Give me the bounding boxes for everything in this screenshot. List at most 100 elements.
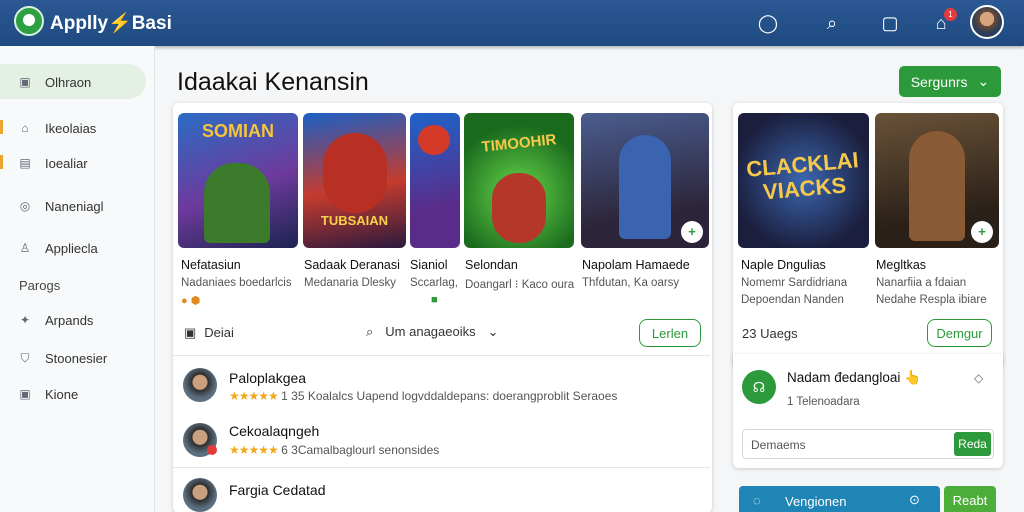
app-subtitle: Thfdutan, Ka oarsy (582, 277, 680, 289)
page-title: Idaakai Kenansin (177, 68, 369, 96)
item-count: 23 Uaegs (742, 326, 798, 341)
app-thumbnail-3[interactable] (410, 113, 460, 248)
sidebar-item-arpands[interactable]: ✦ Arpands (18, 310, 93, 330)
apps-card: SOMIAN TUBSAIAN TIMOOHIR + Nefatasiun Na… (173, 103, 712, 512)
sidebar-item-kione[interactable]: ▣ Kione (18, 384, 78, 404)
sidebar-item-ioealiar[interactable]: ▤ Ioealiar (18, 153, 88, 173)
review-row[interactable]: Fargia Cedatad (173, 467, 710, 512)
app-subtitle: Doangarl ⁝ Kaco oura (465, 279, 575, 291)
user-avatar[interactable] (970, 5, 1004, 39)
chat-icon[interactable]: ◯ (757, 12, 779, 34)
sidebar-item-stoonesier[interactable]: ⛉ Stoonesier (18, 348, 107, 368)
image-icon: ▣ (184, 325, 197, 340)
app-thumbnail-7[interactable]: + (875, 113, 999, 248)
app-title[interactable]: Selondan (465, 258, 518, 272)
add-icon[interactable]: + (971, 221, 993, 243)
hero-figure (909, 131, 965, 241)
reviewer-name: Cekoalaqngeh (229, 423, 320, 439)
hero-figure (619, 135, 671, 239)
reviewer-avatar (183, 478, 217, 512)
list-icon: ▤ (19, 156, 31, 170)
notice-meta: 1 Telenoadara (787, 396, 860, 408)
sidebar-marker (0, 120, 3, 134)
reabt-button[interactable]: Reabt (944, 486, 996, 512)
detail-label: Deiai (204, 325, 234, 340)
circle-icon: ◎ (19, 199, 31, 213)
app-thumbnail-4[interactable]: TIMOOHIR (464, 113, 574, 248)
reviewer-name: Fargia Cedatad (229, 482, 326, 498)
input-placeholder: Demaems (751, 438, 806, 452)
notice-card: ☊ Nadam đedangloai 👆 ◇ 1 Telenoadara Dem… (733, 354, 1003, 468)
sidebar-item-label: Appliecla (45, 240, 98, 256)
rating-stars: ★★★★★ (229, 389, 279, 403)
sidebar-item-ikeolaias[interactable]: ⌂ Ikeolaias (18, 118, 96, 138)
reviewer-name: Paloplakgea (229, 370, 307, 386)
app-thumbnail-6[interactable]: CLACKLAI VIACKS (738, 113, 869, 248)
app-title[interactable]: Sadaak Deranasi (304, 258, 400, 272)
sidebar: ▣ Olhraon ⌂ Ikeolaias ▤ Ioealiar ◎ Naneniagl… (0, 46, 155, 512)
review-row[interactable]: Cekoalaqngeh ★★★★★ 6 3Camalbaglourl seno… (173, 411, 710, 467)
sidebar-item-olhraon[interactable]: ▣ Olhraon (18, 72, 91, 92)
review-meta: 6 3Camalbaglourl senonsides (281, 443, 440, 457)
home-icon: ⌂ (21, 121, 29, 135)
featured-card: CLACKLAI VIACKS + Naple Dngulias Nomemr … (733, 103, 1003, 367)
chevron-down-icon: ⌄ (487, 324, 499, 339)
sidebar-item-label: Olhraon (45, 74, 92, 90)
sidebar-item-naneniagl[interactable]: ◎ Naneniagl (18, 196, 104, 216)
submit-button[interactable]: Reda (954, 432, 991, 456)
reviewer-avatar (183, 368, 217, 402)
box-icon: ▣ (19, 387, 31, 401)
side-action-button[interactable]: Demgur (927, 319, 992, 347)
app-title[interactable]: Sianiol (410, 258, 448, 272)
sort-button[interactable]: Sergunrs ⌄ (899, 66, 1001, 97)
review-meta: 1 35 Koalalcs Uapend logvddaldepans: doe… (281, 389, 618, 403)
sidebar-item-label: Stoonesier (45, 350, 108, 366)
coin-icon: ● ⬢ (181, 295, 201, 307)
demand-input[interactable]: Demaems Reda (742, 429, 994, 459)
category-dropdown[interactable]: ⌕ Um anagaeoiks ⌄ (366, 324, 499, 340)
chevron-down-icon: ⌄ (977, 73, 990, 89)
add-icon[interactable]: + (681, 221, 703, 243)
more-icon[interactable]: ◇ (974, 371, 983, 385)
hero-figure (204, 163, 270, 243)
learn-button[interactable]: Lerlen (639, 319, 701, 347)
review-row[interactable]: Paloplakgea ★★★★★ 1 35 Koalalcs Uapend l… (173, 355, 710, 411)
app-subtitle: Sccarlag, (410, 277, 458, 289)
app-title[interactable]: Nefatasiun (181, 258, 241, 272)
tag-icon: ✦ (19, 313, 31, 327)
app-subtitle: Nomemr Sardidriana (741, 277, 848, 289)
info-icon: ◌ (753, 493, 761, 508)
brand-title: Applly⚡Basi (50, 13, 172, 34)
app-title[interactable]: Naple Dngulias (741, 258, 826, 272)
hero-figure (418, 125, 450, 155)
sidebar-item-label: Arpands (45, 312, 94, 328)
search-icon: ⌕ (366, 324, 374, 339)
app-title[interactable]: Napolam Hamaede (582, 258, 690, 272)
sidebar-item-label: Ioealiar (45, 155, 88, 171)
app-thumbnail-2[interactable]: TUBSAIAN (303, 113, 406, 248)
version-bar[interactable]: ◌ Vengionen ⊙ (739, 486, 940, 512)
sidebar-item-label: Naneniagl (45, 198, 104, 214)
app-subtitle: Nanarfiia a fdaian (876, 277, 967, 289)
notice-icon: ☊ (742, 370, 776, 404)
sidebar-section-heading: Parogs (19, 278, 61, 293)
thumbnail-title-art: SOMIAN (202, 121, 274, 141)
thumbnail-title-art: TIMOOHIR (480, 131, 558, 156)
sidebar-item-appliecla[interactable]: ♙ Appliecla (18, 238, 98, 258)
app-thumbnail-1[interactable]: SOMIAN (178, 113, 298, 248)
refresh-icon: ⊙ (909, 492, 920, 507)
store-icon: ▣ (19, 75, 31, 89)
app-title[interactable]: Megltkas (876, 258, 926, 272)
app-subtitle: Medanaria Dlesky (304, 277, 397, 289)
sidebar-marker (0, 155, 3, 169)
hero-figure (323, 133, 387, 213)
thumbnail-title-art: CLACKLAI VIACKS (745, 147, 860, 205)
detail-toggle[interactable]: ▣ Deiai (184, 325, 234, 341)
rating-stars: ★★★★★ (229, 443, 279, 457)
app-thumbnail-5[interactable]: + (581, 113, 709, 248)
verified-icon: ■ (431, 294, 438, 306)
message-icon[interactable]: ▢ (879, 12, 901, 34)
notice-title: Nadam đedangloai 👆 (787, 370, 921, 385)
search-icon[interactable]: ⌕ (821, 12, 843, 34)
app-logo[interactable] (14, 6, 44, 36)
